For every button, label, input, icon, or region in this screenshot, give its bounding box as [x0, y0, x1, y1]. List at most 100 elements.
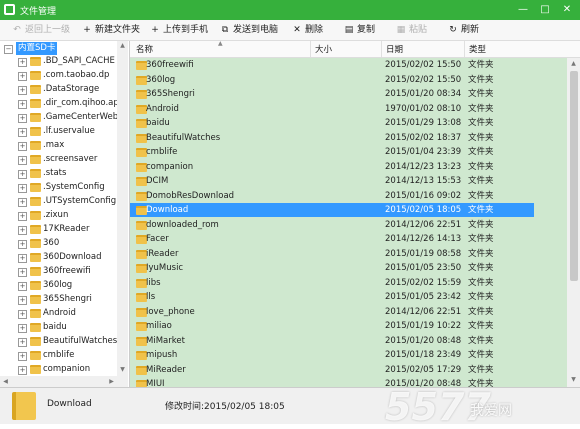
tree-horizontal-scrollbar[interactable]: ◀ ▶ — [0, 376, 128, 387]
file-row[interactable]: downloaded_rom 2014/12/06 22:51 文件夹 — [130, 218, 567, 232]
scroll-down-icon[interactable]: ▼ — [117, 366, 128, 373]
folder-icon — [30, 253, 41, 262]
expand-icon[interactable]: + — [18, 282, 27, 291]
file-row[interactable]: iReader 2015/01/19 08:58 文件夹 — [130, 247, 567, 261]
folder-icon — [30, 337, 41, 346]
scroll-up-icon[interactable]: ▲ — [117, 42, 128, 49]
tree-item-label: .UTSystemConfig — [43, 196, 117, 206]
delete-button[interactable]: ✕ 删除 — [292, 24, 323, 37]
upload-button[interactable]: + 上传到手机 — [150, 24, 208, 37]
expand-icon[interactable]: + — [18, 58, 27, 67]
file-name: Download — [146, 205, 189, 215]
file-row[interactable]: 360log 2015/02/02 15:50 文件夹 — [130, 73, 567, 87]
expand-icon[interactable]: + — [18, 114, 27, 123]
minimize-icon[interactable]: — — [512, 0, 534, 20]
expand-icon[interactable]: + — [18, 338, 27, 347]
column-name[interactable]: 名称 — [136, 43, 153, 55]
scroll-right-icon[interactable]: ▶ — [106, 378, 117, 385]
file-row[interactable]: love_phone 2014/12/06 22:51 文件夹 — [130, 305, 567, 319]
file-row[interactable]: DCIM 2014/12/13 15:53 文件夹 — [130, 174, 567, 188]
expand-icon[interactable]: + — [18, 86, 27, 95]
file-date: 2015/01/20 08:34 — [385, 89, 462, 99]
file-row[interactable]: 365Shengri 2015/01/20 08:34 文件夹 — [130, 87, 567, 101]
expand-icon[interactable]: + — [18, 142, 27, 151]
file-name: iReader — [146, 248, 179, 259]
file-row[interactable]: MiReader 2015/02/05 17:29 文件夹 — [130, 363, 567, 377]
expand-icon[interactable]: + — [18, 310, 27, 319]
file-row[interactable]: libs 2015/02/02 15:59 文件夹 — [130, 276, 567, 290]
expand-icon[interactable]: + — [18, 184, 27, 193]
file-row[interactable]: MiMarket 2015/01/20 08:48 文件夹 — [130, 334, 567, 348]
copy-button[interactable]: ▤ 复制 — [344, 24, 375, 37]
expand-icon[interactable]: + — [18, 100, 27, 109]
file-type: 文件夹 — [468, 132, 494, 143]
file-row[interactable]: miliao 2015/01/19 10:22 文件夹 — [130, 319, 567, 333]
file-row[interactable]: cmblife 2015/01/04 23:39 文件夹 — [130, 145, 567, 159]
expand-icon[interactable]: + — [18, 156, 27, 165]
file-row[interactable]: mipush 2015/01/18 23:49 文件夹 — [130, 348, 567, 362]
expand-icon[interactable]: + — [18, 352, 27, 361]
tree-item-label: .dir_com.qihoo.ap — [43, 98, 119, 108]
expand-icon[interactable]: + — [18, 170, 27, 179]
list-scroll-thumb[interactable] — [570, 71, 578, 281]
file-date: 2015/01/05 23:50 — [385, 263, 462, 273]
file-row[interactable]: BeautifulWatches 2015/02/02 18:37 文件夹 — [130, 131, 567, 145]
file-type: 文件夹 — [468, 205, 494, 215]
paste-button[interactable]: ▦ 粘贴 — [396, 24, 427, 37]
expand-icon[interactable]: + — [18, 254, 27, 263]
expand-icon[interactable]: + — [18, 324, 27, 333]
back-button[interactable]: ↶ 返回上一级 — [12, 24, 70, 37]
maximize-icon[interactable]: □ — [534, 0, 556, 20]
file-date: 2015/01/04 23:39 — [385, 147, 462, 157]
expand-icon[interactable]: + — [18, 128, 27, 137]
file-row[interactable]: Download 2015/02/05 18:05 文件夹 — [130, 203, 534, 217]
expand-icon[interactable]: + — [18, 226, 27, 235]
folder-icon — [30, 197, 41, 206]
close-icon[interactable]: ✕ — [556, 0, 578, 20]
column-size[interactable]: 大小 — [315, 43, 332, 55]
new-folder-button[interactable]: + 新建文件夹 — [82, 24, 140, 37]
plus-icon: + — [151, 25, 159, 35]
expand-icon[interactable]: + — [18, 296, 27, 305]
tree-vertical-scrollbar[interactable]: ▲ ▼ — [117, 41, 128, 376]
expand-icon[interactable]: + — [18, 268, 27, 277]
expand-icon[interactable]: + — [18, 240, 27, 249]
file-row[interactable]: 360freewifi 2015/02/02 15:50 文件夹 — [130, 58, 567, 72]
send-to-pc-button[interactable]: ⧉ 发送到电脑 — [220, 24, 278, 37]
folder-icon — [30, 309, 41, 318]
refresh-button[interactable]: ↻ 刷新 — [448, 24, 479, 37]
file-type: 文件夹 — [468, 219, 494, 230]
file-name: MiMarket — [146, 335, 185, 346]
expand-icon[interactable]: + — [18, 366, 27, 375]
file-row[interactable]: MIUI 2015/01/20 08:48 文件夹 — [130, 377, 567, 387]
file-rows: 360freewifi 2015/02/02 15:50 文件夹 360log 2015… — [130, 58, 567, 387]
folder-icon — [30, 183, 41, 192]
expand-icon[interactable]: + — [18, 212, 27, 221]
column-type[interactable]: 类型 — [469, 43, 486, 55]
scroll-up-icon[interactable]: ▲ — [568, 60, 579, 67]
delete-icon: ✕ — [293, 25, 301, 35]
list-header: 名称 ▲ 大小 日期 类型 — [130, 41, 580, 58]
tree-item-label: .DataStorage — [43, 84, 100, 94]
sort-indicator-icon: ▲ — [218, 41, 223, 47]
file-name: IyuMusic — [146, 263, 184, 273]
file-row[interactable]: Android 1970/01/02 08:10 文件夹 — [130, 102, 567, 116]
file-row[interactable]: IyuMusic 2015/01/05 23:50 文件夹 — [130, 261, 567, 275]
file-row[interactable]: Facer 2014/12/26 14:13 文件夹 — [130, 232, 567, 246]
file-row[interactable]: companion 2014/12/23 13:23 文件夹 — [130, 160, 567, 174]
file-row[interactable]: DomobResDownload 2015/01/16 09:02 文件夹 — [130, 189, 567, 203]
file-row[interactable]: lls 2015/01/05 23:42 文件夹 — [130, 290, 567, 304]
file-date: 2015/01/16 09:02 — [385, 190, 462, 201]
file-type: 文件夹 — [468, 103, 494, 114]
watermark-text: 我爱网 — [470, 403, 512, 419]
file-name: lls — [146, 292, 156, 302]
expand-icon[interactable]: + — [18, 198, 27, 207]
scroll-down-icon[interactable]: ▼ — [568, 376, 579, 383]
scroll-left-icon[interactable]: ◀ — [0, 378, 11, 385]
collapse-icon[interactable]: − — [4, 45, 13, 54]
file-date: 2015/02/02 15:59 — [385, 277, 462, 288]
file-date: 2014/12/13 15:53 — [385, 176, 462, 186]
column-date[interactable]: 日期 — [386, 43, 403, 55]
expand-icon[interactable]: + — [18, 72, 27, 81]
file-row[interactable]: baidu 2015/01/29 13:08 文件夹 — [130, 116, 567, 130]
